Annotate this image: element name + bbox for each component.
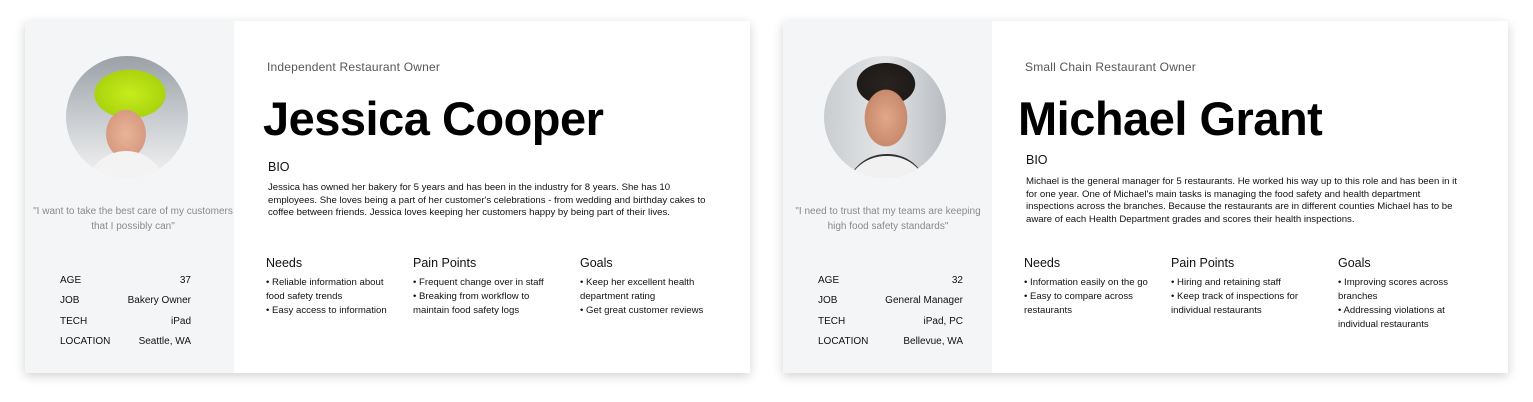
list-item: • Reliable information about food safety… <box>266 277 384 302</box>
list-item: • Get great customer reviews <box>580 305 704 316</box>
persona-role: Small Chain Restaurant Owner <box>1025 60 1197 74</box>
goals-section: Goals • Keep her excellent health depart… <box>580 256 730 318</box>
bio-text: Michael is the general manager for 5 res… <box>1026 176 1457 225</box>
persona-quote: "I need to trust that my teams are keepi… <box>795 206 981 232</box>
list-item: • Breaking from workflow to maintain foo… <box>413 291 530 316</box>
stat-location: LOCATION Bellevue, WA <box>818 336 963 356</box>
pain-points-section: Pain Points • Hiring and retaining staff… <box>1171 256 1321 318</box>
bio-heading: BIO <box>1026 153 1048 167</box>
list-item: • Keep her excellent health department r… <box>580 277 695 302</box>
pain-points-heading: Pain Points <box>413 256 477 270</box>
persona-role: Independent Restaurant Owner <box>267 60 441 74</box>
persona-stats: AGE 32 JOB General Manager TECH iPad, PC LO… <box>818 275 963 356</box>
stat-job: JOB General Manager <box>818 295 963 315</box>
persona-sidebar: "I need to trust that my teams are keepi… <box>783 21 992 373</box>
stat-label: JOB <box>818 295 838 307</box>
goals-heading: Goals <box>1338 256 1371 270</box>
stat-job: JOB Bakery Owner <box>60 295 191 315</box>
needs-section: Needs • Reliable information about food … <box>266 256 416 318</box>
stat-value: iPad <box>170 315 191 327</box>
list-item: • Hiring and retaining staff <box>1171 277 1281 288</box>
stat-age: AGE 37 <box>60 275 191 295</box>
stat-label: LOCATION <box>818 335 869 347</box>
stat-value: iPad, PC <box>923 315 963 327</box>
avatar <box>66 56 188 178</box>
persona-quote: "I want to take the best care of my cust… <box>33 206 233 232</box>
stat-value: 37 <box>179 275 191 286</box>
stat-label: JOB <box>60 295 80 307</box>
persona-name: Jessica Cooper <box>263 92 604 145</box>
stat-location: LOCATION Seattle, WA <box>60 336 191 356</box>
list-item: • Easy to compare across restaurants <box>1024 291 1133 316</box>
stat-value: General Manager <box>885 295 963 307</box>
stat-tech: TECH iPad <box>60 316 191 336</box>
stat-label: AGE <box>818 275 840 286</box>
avatar <box>824 56 946 178</box>
list-item: • Improving scores across branches <box>1338 277 1448 302</box>
stat-label: TECH <box>60 315 88 327</box>
stat-value: 32 <box>951 275 963 286</box>
stat-value: Bellevue, WA <box>903 335 963 347</box>
list-item: • Easy access to information <box>266 305 387 316</box>
stat-tech: TECH iPad, PC <box>818 316 963 336</box>
persona-sidebar: "I want to take the best care of my cust… <box>25 21 234 373</box>
persona-stats: AGE 37 JOB Bakery Owner TECH iPad LOCATION S… <box>60 275 191 356</box>
stat-age: AGE 32 <box>818 275 963 295</box>
needs-heading: Needs <box>266 256 303 270</box>
goals-heading: Goals <box>580 256 613 270</box>
bio-heading: BIO <box>268 160 290 174</box>
stat-label: AGE <box>60 275 82 286</box>
pain-points-heading: Pain Points <box>1171 256 1235 270</box>
list-item: • Frequent change over in staff <box>413 277 544 288</box>
persona-card-michael: "I need to trust that my teams are keepi… <box>783 21 1508 373</box>
stat-value: Seattle, WA <box>138 335 191 347</box>
list-item: • Information easily on the go <box>1024 277 1148 288</box>
stat-label: TECH <box>818 315 846 327</box>
needs-section: Needs • Information easily on the go • E… <box>1024 256 1174 318</box>
persona-card-jessica: "I want to take the best care of my cust… <box>25 21 750 373</box>
pain-points-section: Pain Points • Frequent change over in st… <box>413 256 563 318</box>
list-item: • Keep track of inspections for individu… <box>1171 291 1299 316</box>
needs-heading: Needs <box>1024 256 1061 270</box>
persona-name: Michael Grant <box>1018 92 1323 145</box>
stat-value: Bakery Owner <box>127 295 191 307</box>
list-item: • Addressing violations at individual re… <box>1338 305 1445 330</box>
bio-text: Jessica has owned her bakery for 5 years… <box>268 182 706 218</box>
stat-label: LOCATION <box>60 335 111 347</box>
goals-section: Goals • Improving scores across branches… <box>1338 256 1488 332</box>
